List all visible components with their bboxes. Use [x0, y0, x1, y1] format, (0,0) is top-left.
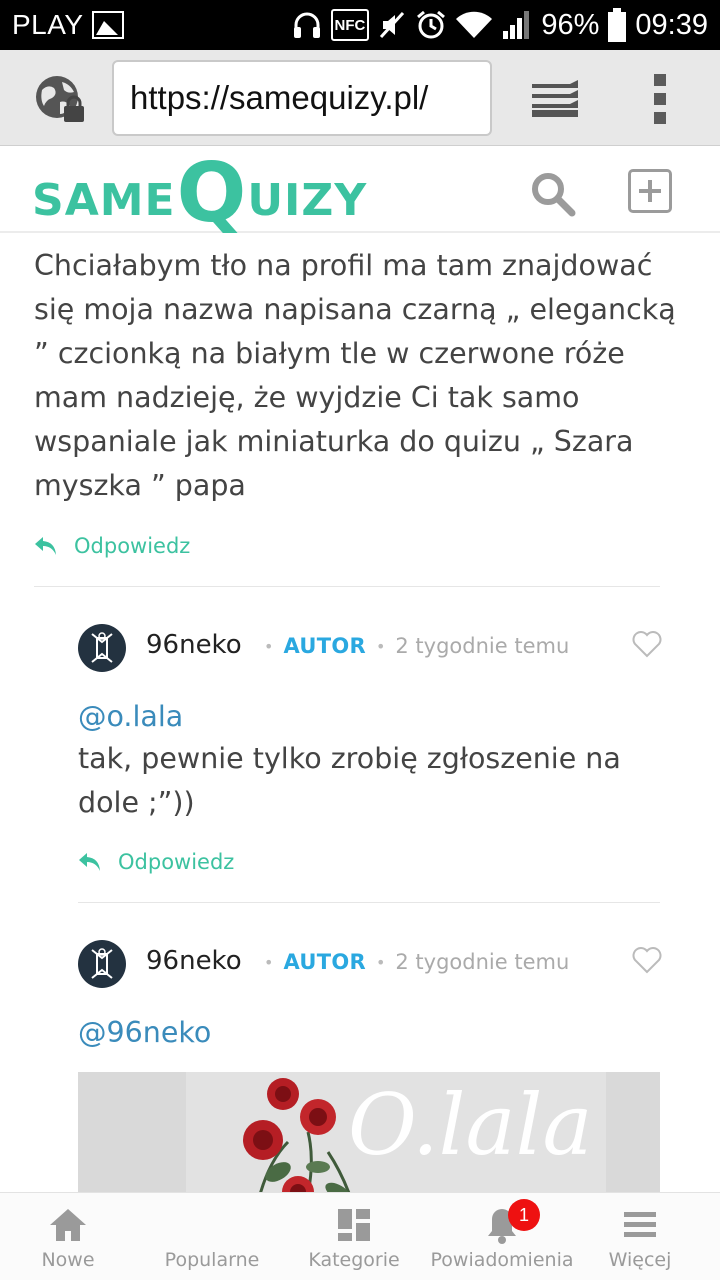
home-icon: [48, 1205, 88, 1245]
mention-link[interactable]: @o.lala: [78, 700, 183, 733]
author-name[interactable]: 96neko: [146, 630, 242, 660]
mention-link[interactable]: @96neko: [78, 1016, 211, 1049]
reply-body: tak, pewnie tylko zrobię zgłoszenie na d…: [78, 742, 621, 819]
timestamp: 2 tygodnie temu: [395, 950, 570, 974]
comment-body: Chciałabym tło na profil ma tam znajdowa…: [34, 249, 676, 502]
star-icon: [192, 1205, 232, 1245]
nav-item-notifications[interactable]: 1 Powiadomienia: [430, 1193, 574, 1280]
battery-icon: [607, 8, 627, 42]
nav-item-more[interactable]: Więcej: [600, 1193, 680, 1280]
nav-item-popular[interactable]: Popularne: [152, 1193, 272, 1280]
reply-header: 96neko • AUTOR • 2 tygodnie temu: [78, 940, 662, 990]
attached-image[interactable]: O.lala: [78, 1072, 660, 1192]
url-field[interactable]: https://samequizy.pl/: [112, 60, 492, 136]
alarm-icon: [415, 9, 447, 41]
nfc-icon: NFC: [330, 9, 370, 41]
browser-menu-icon[interactable]: [652, 74, 668, 124]
mute-icon: [377, 9, 407, 41]
author-name[interactable]: 96neko: [146, 946, 242, 976]
browser-toolbar: https://samequizy.pl/: [0, 50, 720, 146]
heart-icon[interactable]: [632, 630, 662, 658]
clock: 09:39: [635, 8, 708, 41]
author-badge: AUTOR: [283, 950, 366, 974]
signal-icon: [501, 9, 533, 41]
nav-item-categories[interactable]: Kategorie: [300, 1193, 408, 1280]
carrier-label: PLAY: [12, 9, 84, 40]
divider: [34, 586, 660, 587]
comments-section: Chciałabym tło na profil ma tam znajdowa…: [0, 234, 720, 1192]
avatar[interactable]: [78, 940, 126, 988]
reply-label: Odpowiedz: [74, 534, 191, 558]
reply-label: Odpowiedz: [118, 850, 235, 874]
reply-arrow-icon: [35, 537, 56, 555]
wifi-icon: [455, 9, 493, 41]
reply-meta: • AUTOR • 2 tygodnie temu: [264, 950, 570, 974]
image-caption: O.lala: [348, 1076, 593, 1174]
tabs-icon[interactable]: [530, 78, 580, 118]
heart-icon[interactable]: [632, 946, 662, 974]
bell-icon: 1: [482, 1199, 540, 1245]
reply-button[interactable]: Odpowiedz: [34, 534, 190, 558]
gallery-notification-icon: [91, 11, 124, 39]
reply-header: 96neko • AUTOR • 2 tygodnie temu: [78, 624, 662, 674]
site-info-icon[interactable]: [34, 74, 84, 124]
reply-arrow-icon: [79, 853, 100, 871]
notification-count-badge: 1: [508, 1199, 540, 1231]
timestamp: 2 tygodnie temu: [395, 634, 570, 658]
reply-button[interactable]: Odpowiedz: [78, 850, 234, 874]
menu-icon: [620, 1205, 660, 1245]
avatar[interactable]: [78, 624, 126, 672]
reply-meta: • AUTOR • 2 tygodnie temu: [264, 634, 570, 658]
grid-icon: [334, 1205, 374, 1245]
samequizy-logo[interactable]: SAME Q UIZY: [32, 153, 367, 235]
add-quiz-icon[interactable]: [628, 169, 672, 213]
divider: [78, 902, 660, 903]
headphones-icon: [291, 9, 323, 41]
site-header: SAME Q UIZY: [0, 147, 720, 235]
bottom-navigation: Nowe Popularne Kategorie 1 Powiadomienia…: [0, 1192, 720, 1280]
nav-item-new[interactable]: Nowe: [28, 1193, 108, 1280]
search-icon[interactable]: [530, 171, 576, 217]
author-badge: AUTOR: [283, 634, 366, 658]
status-bar: PLAY NFC 96% 09:39: [0, 0, 720, 50]
battery-percent: 96%: [541, 8, 600, 41]
